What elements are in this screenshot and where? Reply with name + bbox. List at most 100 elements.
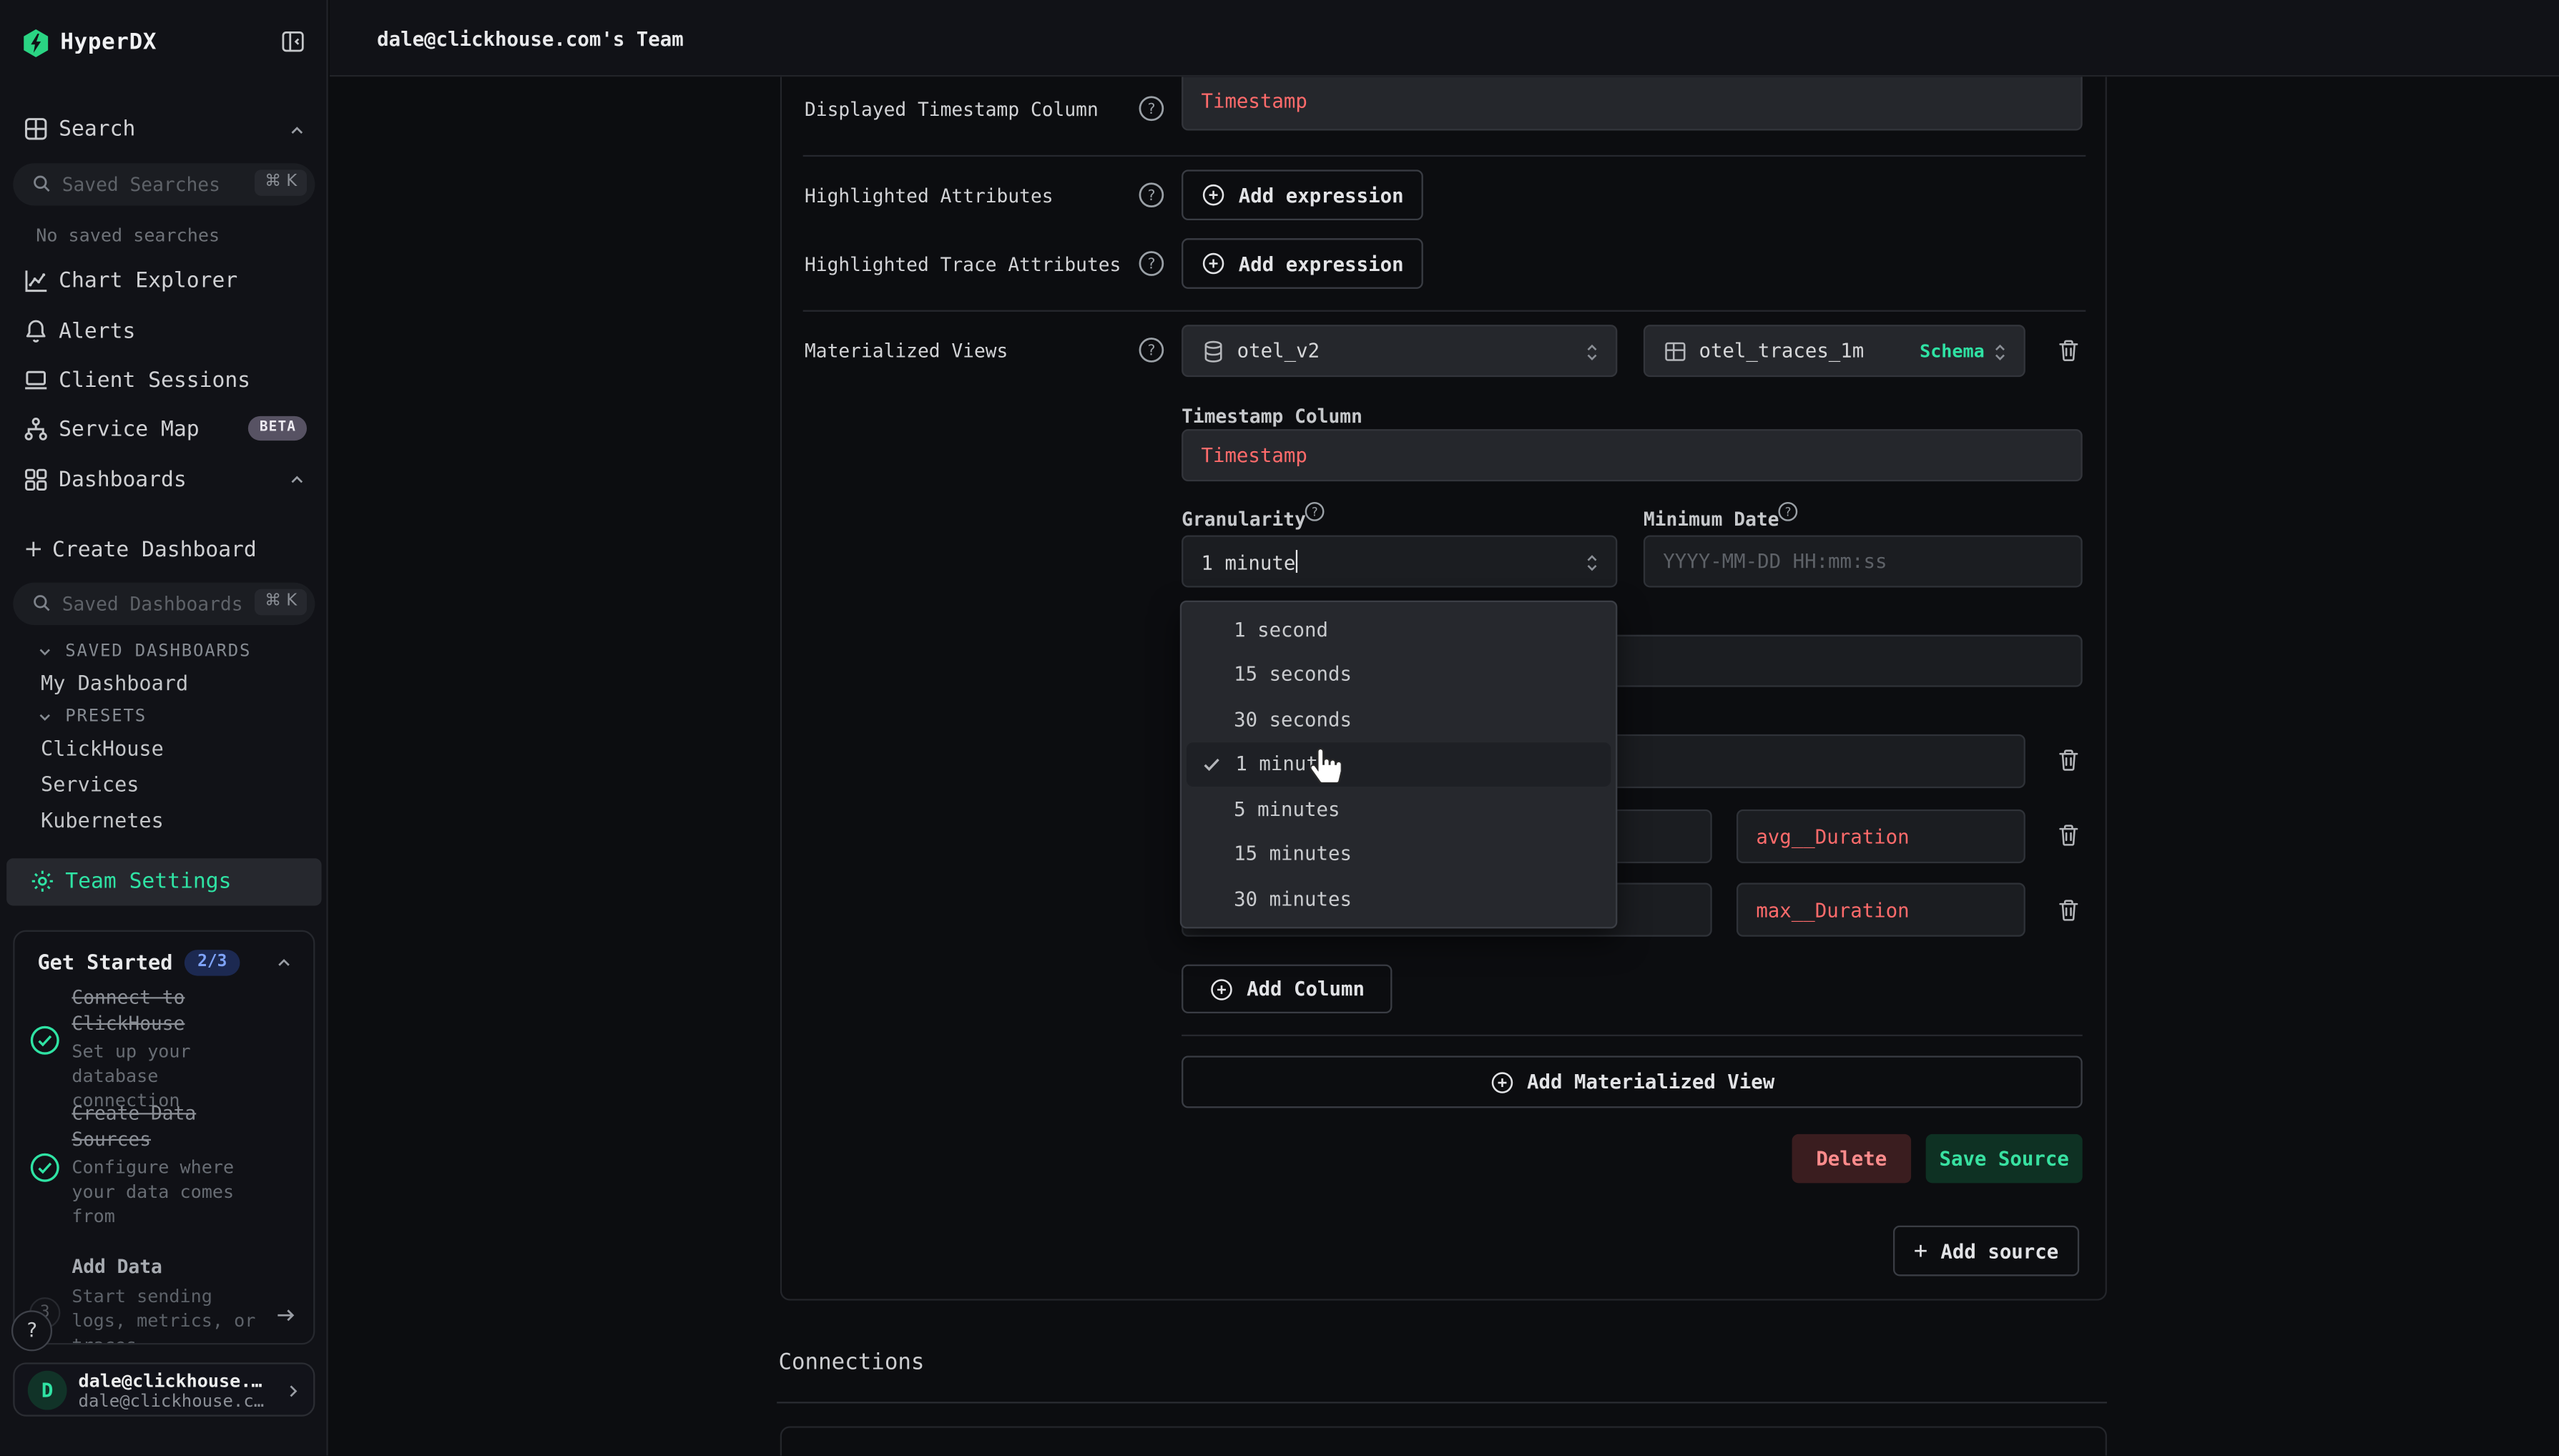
mv-database-select[interactable]: otel_v2	[1182, 325, 1617, 377]
chevron-down-icon[interactable]	[36, 643, 54, 661]
sidebar: HyperDX Search ⌘ K No saved searches	[0, 0, 328, 1455]
svg-text:?: ?	[1147, 187, 1156, 204]
sidebar-item-my-dashboard[interactable]: My Dashboard	[41, 671, 188, 695]
user-email: dale@clickhouse.c…	[79, 1392, 265, 1411]
check-circle-icon	[29, 1025, 60, 1056]
sidebar-item-chart-explorer[interactable]: Chart Explorer	[0, 256, 328, 305]
svg-text:?: ?	[1784, 505, 1792, 518]
no-saved-searches-text: No saved searches	[36, 225, 220, 247]
add-expression-label: Add expression	[1239, 252, 1404, 275]
mv-table-select[interactable]: otel_traces_1m Schema	[1644, 325, 2025, 377]
add-materialized-view-button[interactable]: Add Materialized View	[1182, 1056, 2083, 1108]
add-column-button[interactable]: Add Column	[1182, 965, 1392, 1013]
dropdown-option-selected[interactable]: 1 minute	[1187, 742, 1611, 787]
add-expression-button[interactable]: Add expression	[1182, 238, 1423, 289]
mv-database-value: otel_v2	[1237, 340, 1320, 363]
column-alias-input[interactable]	[1737, 810, 2025, 863]
help-circle-icon[interactable]: ?	[1137, 181, 1165, 209]
saved-dashboards-input[interactable]	[62, 583, 242, 625]
save-source-button[interactable]: Save Source	[1926, 1134, 2083, 1183]
step-desc: Configure where your data comes from	[72, 1156, 270, 1229]
granularity-select[interactable]: 1 minute	[1182, 535, 1617, 587]
sidebar-item-kubernetes[interactable]: Kubernetes	[41, 808, 164, 832]
saved-searches-input[interactable]	[62, 163, 242, 205]
sidebar-item-clickhouse[interactable]: ClickHouse	[41, 736, 164, 760]
dropdown-option[interactable]: 15 minutes	[1185, 832, 1613, 877]
help-button[interactable]: ?	[11, 1310, 52, 1351]
trash-icon[interactable]	[2056, 747, 2083, 775]
minimum-date-input[interactable]	[1644, 535, 2083, 587]
mv-table-value: otel_traces_1m	[1699, 340, 1864, 363]
granularity-label: Granularity	[1182, 508, 1306, 531]
bell-icon	[23, 318, 49, 344]
help-circle-icon[interactable]: ?	[1777, 501, 1799, 523]
chevron-up-icon[interactable]	[288, 121, 307, 140]
step-title: Connect to ClickHouse	[72, 985, 270, 1036]
sidebar-item-label: Client Sessions	[59, 369, 250, 393]
page-title: dale@clickhouse.com's Team	[377, 28, 684, 51]
sidebar-item-dashboards[interactable]: Dashboards	[0, 455, 328, 503]
create-dashboard-label: Create Dashboard	[52, 538, 257, 563]
saved-dashboards-section-label: SAVED DASHBOARDS	[65, 641, 251, 661]
add-expression-button[interactable]: Add expression	[1182, 169, 1423, 220]
sidebar-item-label: Alerts	[59, 319, 135, 343]
beta-badge: BETA	[248, 416, 308, 440]
service-map-icon	[23, 416, 49, 443]
avatar: D	[28, 1371, 67, 1410]
timestamp-column-input[interactable]	[1182, 429, 2083, 481]
plus-icon	[23, 538, 44, 560]
schema-badge[interactable]: Schema	[1920, 341, 1985, 363]
dashboards-icon	[23, 466, 49, 492]
step-desc: Start sending logs, metrics, or traces	[72, 1284, 270, 1345]
displayed-timestamp-input[interactable]	[1182, 77, 2083, 130]
get-started-panel: Get Started 2/3 Connect to ClickHouse Se…	[13, 930, 315, 1345]
dropdown-option[interactable]: 1 second	[1185, 607, 1613, 652]
delete-button[interactable]: Delete	[1792, 1134, 1912, 1183]
sidebar-item-client-sessions[interactable]: Client Sessions	[0, 355, 328, 404]
presets-section-label: PRESETS	[65, 707, 147, 726]
timestamp-column-label: Timestamp Column	[1182, 405, 1362, 428]
step-title: Add Data	[72, 1255, 270, 1280]
help-circle-icon[interactable]: ?	[1137, 94, 1165, 122]
saved-searches-search: ⌘ K	[13, 163, 315, 205]
help-circle-icon[interactable]: ?	[1137, 336, 1165, 364]
sidebar-item-alerts[interactable]: Alerts	[0, 306, 328, 355]
divider	[803, 310, 2086, 312]
sidebar-item-team-settings[interactable]: Team Settings	[6, 858, 321, 905]
help-circle-icon[interactable]: ?	[1304, 501, 1325, 523]
divider	[777, 1402, 2107, 1403]
add-source-button[interactable]: + Add source	[1893, 1226, 2079, 1277]
column-alias-input[interactable]	[1737, 883, 2025, 937]
chevron-up-icon[interactable]	[274, 953, 293, 973]
add-source-label: Add source	[1940, 1239, 2058, 1262]
minimum-date-label: Minimum Date	[1644, 508, 1779, 531]
trash-icon[interactable]	[2056, 822, 2083, 850]
shortcut-badge: ⌘ K	[255, 169, 307, 196]
sidebar-item-label: Dashboards	[59, 468, 187, 492]
trash-icon[interactable]	[2056, 897, 2083, 925]
sidebar-item-services[interactable]: Services	[41, 772, 139, 796]
check-icon	[1201, 753, 1222, 774]
table-icon	[1663, 340, 1687, 364]
sidebar-collapse-icon[interactable]	[280, 29, 305, 54]
dropdown-option[interactable]: 30 seconds	[1185, 697, 1613, 742]
user-account-button[interactable]: D dale@clickhouse.… dale@clickhouse.c…	[13, 1362, 315, 1416]
help-circle-icon[interactable]: ?	[1137, 250, 1165, 277]
team-settings-label: Team Settings	[65, 870, 231, 894]
sidebar-item-service-map[interactable]: Service Map BETA	[0, 405, 328, 453]
create-dashboard-button[interactable]: Create Dashboard	[0, 532, 328, 571]
dropdown-option[interactable]: 30 minutes	[1185, 876, 1613, 921]
get-started-title: Get Started	[37, 950, 172, 974]
highlighted-attributes-label: Highlighted Attributes	[805, 185, 1053, 207]
chart-explorer-icon	[23, 267, 49, 294]
chevron-up-icon[interactable]	[288, 469, 307, 488]
app-title: HyperDX	[60, 29, 157, 56]
dropdown-option[interactable]: 5 minutes	[1185, 787, 1613, 832]
dropdown-option[interactable]: 15 seconds	[1185, 652, 1613, 697]
granularity-value: 1 minute	[1201, 550, 1297, 574]
saved-dashboards-search: ⌘ K	[13, 583, 315, 625]
add-materialized-view-label: Add Materialized View	[1527, 1071, 1774, 1093]
highlighted-trace-attributes-label: Highlighted Trace Attributes	[805, 253, 1121, 276]
chevron-down-icon[interactable]	[36, 708, 54, 726]
trash-icon[interactable]	[2056, 338, 2083, 365]
